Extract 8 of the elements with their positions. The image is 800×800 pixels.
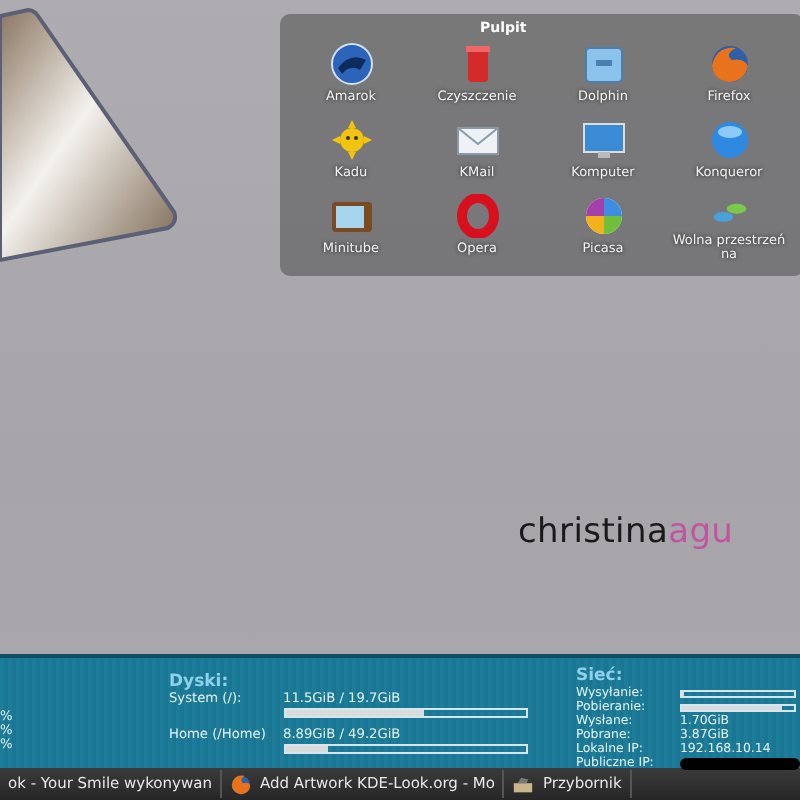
wallpaper-logo: christinaagu: [518, 512, 734, 552]
redaction-mark: [680, 757, 800, 769]
toolbox-icon: [512, 773, 535, 795]
section-title: Dyski:: [169, 674, 229, 692]
section-title: Sieć:: [576, 668, 623, 686]
ring-icon: [451, 194, 503, 238]
disc-icon: [325, 42, 377, 86]
monitor-icon: [577, 118, 629, 162]
